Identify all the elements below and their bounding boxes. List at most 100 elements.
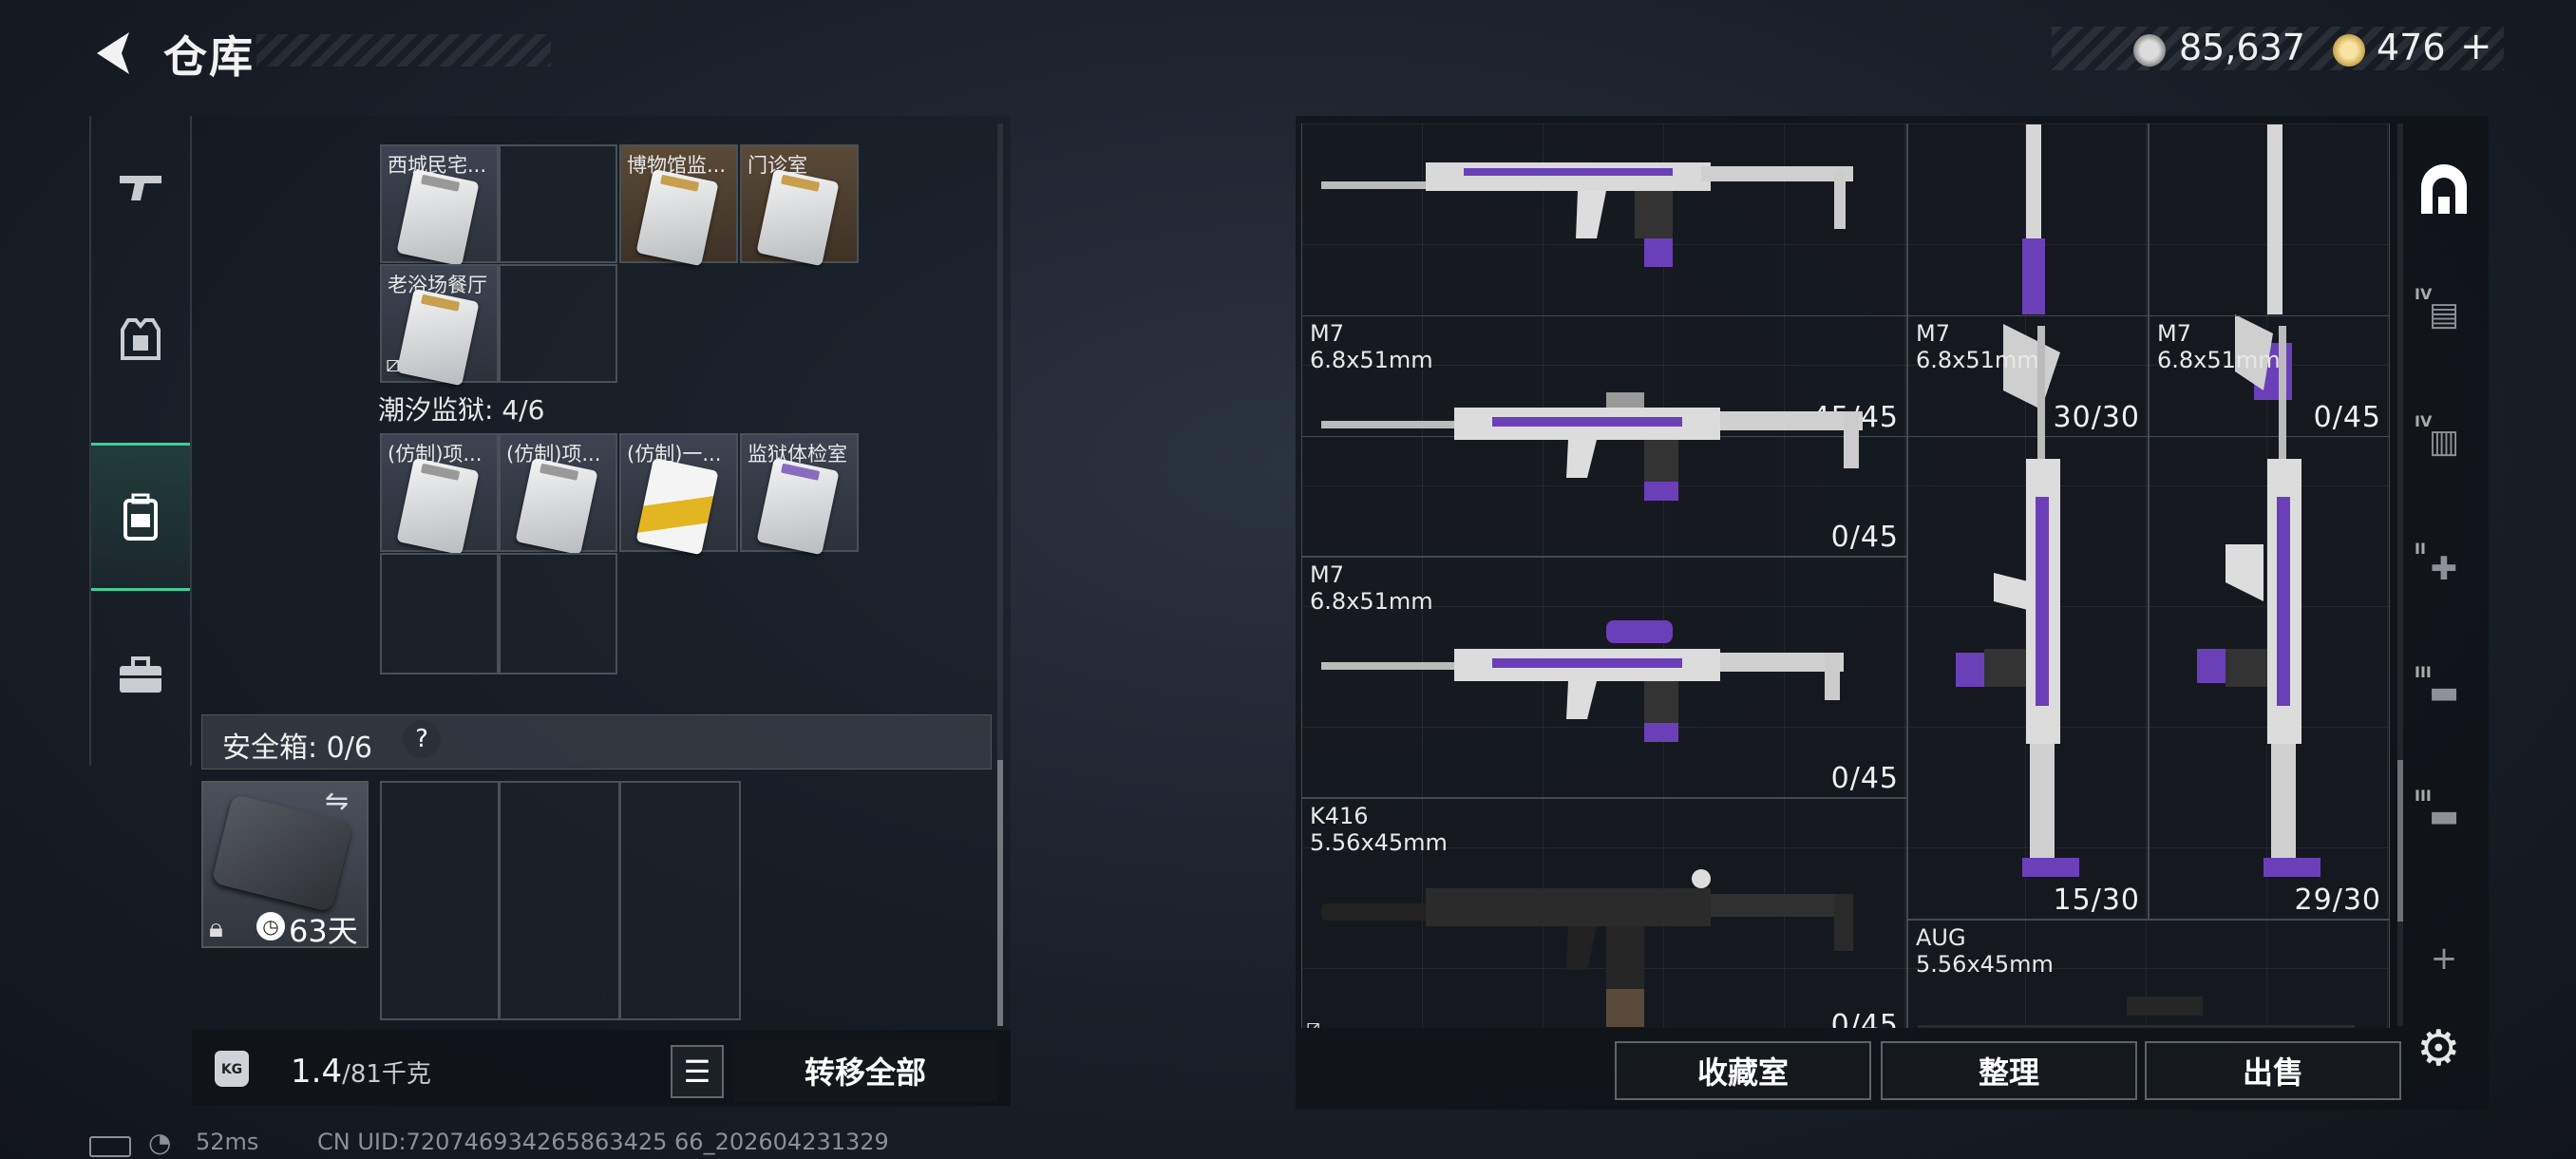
battery-icon [89, 1136, 131, 1157]
ammo-count: 0/45 [1830, 521, 1899, 554]
ammo-count: 29/30 [2294, 884, 2381, 917]
rifle-icon [2197, 326, 2320, 877]
tier-label: II [2415, 540, 2426, 558]
silver-currency-value: 85,637 [2179, 27, 2305, 68]
help-button[interactable]: ? [403, 720, 441, 758]
stash-item[interactable]: (仿制)项... [499, 433, 617, 556]
keycard-icon [515, 457, 598, 556]
rifle-filter-icon[interactable]: III ▬ [2413, 785, 2475, 847]
sort-button[interactable]: 整理 [1881, 1041, 2137, 1100]
stash-item[interactable]: 老浴场餐厅 ⧄ [380, 264, 499, 387]
folder-icon[interactable]: IV ▥ [2413, 410, 2475, 473]
tier-label: IV [2415, 285, 2433, 303]
transfer-all-button[interactable]: 转移全部 [733, 1039, 997, 1102]
safebox-count: 0/6 [326, 732, 372, 765]
title-stripe [256, 34, 551, 66]
tier-label: III [2415, 663, 2432, 681]
ammo-count: 0/45 [1830, 1009, 1899, 1028]
silver-coin-icon [2133, 34, 2166, 66]
safebox-slot[interactable] [499, 781, 620, 1020]
section-title: 潮汐监狱: 4/6 [378, 394, 545, 426]
keycard-icon [396, 168, 480, 267]
clock-icon: ◷ [256, 912, 285, 940]
ping-text: 52ms [196, 1129, 259, 1155]
empty-slot[interactable] [380, 553, 499, 674]
safebox-days: 63天 [289, 913, 358, 949]
empty-slot[interactable] [499, 264, 617, 383]
list-icon[interactable]: ☰ [671, 1045, 724, 1098]
keycard-icon [635, 457, 719, 556]
weapon-caliber: 6.8x51mm [1310, 588, 1433, 615]
empty-slot[interactable] [499, 144, 617, 263]
armor-icon[interactable] [91, 268, 190, 410]
all-items-icon[interactable] [2413, 160, 2475, 222]
wifi-icon: ◔ [148, 1127, 172, 1158]
add-currency-button[interactable]: + [2460, 25, 2492, 68]
lock-icon: 🔒︎ [209, 912, 223, 943]
tier-label: IV [2415, 412, 2433, 430]
rifle-icon [1918, 997, 2355, 1028]
weapon-caliber: 6.8x51mm [1310, 347, 1433, 373]
backpack-icon[interactable] [91, 443, 190, 591]
gear-icon[interactable]: ⚙ [2416, 1020, 2461, 1077]
stash-item[interactable]: 门诊室 [740, 144, 859, 267]
weight-icon: KG [215, 1051, 249, 1087]
weapon-scroll-thumb[interactable] [2397, 760, 2403, 922]
rifle-icon [1321, 869, 1853, 1027]
medkit-icon[interactable]: II ✚ [2413, 538, 2475, 600]
safebox-slot[interactable] [619, 781, 741, 1020]
empty-slot[interactable] [499, 553, 617, 674]
rifle-filter-icon[interactable]: III ▬ [2413, 661, 2475, 724]
briefcase-icon[interactable] [91, 604, 190, 747]
uid-text: CN UID:720746934265863425 66_20260423132… [317, 1129, 889, 1155]
weapon-slot[interactable]: M7 6.8x51mm 0/45 [1301, 315, 1907, 557]
ammo-count: 15/30 [2053, 884, 2140, 917]
stash-item[interactable]: (仿制)一... [619, 433, 738, 556]
category-rail [89, 116, 192, 766]
gold-currency-value: 476 [2377, 27, 2446, 68]
keycard-icon [756, 457, 840, 556]
ammo-count: 0/45 [1830, 762, 1899, 795]
weapon-slot[interactable]: M7 6.8x51mm 15/30 [1907, 315, 2149, 920]
weapon-grid: 45/45 30/30 0/45 M76.8x51mm 0/45 M76.8x5… [1301, 124, 2390, 1028]
weapon-slot[interactable]: K416 5.56x45mm 0/45 ⧄ [1301, 798, 1907, 1028]
tier-label: III [2415, 787, 2432, 805]
unlinked-icon: ⧄ [1306, 1014, 1321, 1028]
page-title: 仓库 [163, 31, 255, 83]
keycard-icon [396, 288, 480, 387]
weapon-caliber: 5.56x45mm [1916, 951, 2054, 978]
weapon-name: M7 6.8x51mm [1310, 320, 1433, 373]
gold-coin-icon [2333, 34, 2365, 66]
unlinked-icon: ⧄ [386, 351, 401, 377]
rifle-icon [1321, 620, 1844, 742]
rifle-icon [1956, 326, 2079, 877]
rifle-icon [1321, 392, 1863, 501]
safebox-label: 安全箱: 0/6 [222, 732, 372, 765]
weapon-name: M7 6.8x51mm [1310, 561, 1433, 615]
sell-button[interactable]: 出售 [2145, 1041, 2401, 1100]
stash-item[interactable]: 监狱体检室 [740, 433, 859, 556]
keycard-icon [635, 168, 719, 267]
collection-button[interactable]: 收藏室 [1615, 1041, 1871, 1100]
stash-item[interactable]: 西城民宅... [380, 144, 499, 267]
stash-item[interactable]: (仿制)项... [380, 433, 499, 556]
weapon-slot[interactable]: AUG 5.56x45mm [1907, 920, 2390, 1028]
keycard-icon [756, 168, 840, 267]
weight-value: 1.4/81千克 [291, 1053, 431, 1091]
stash-item[interactable]: 博物馆监... [619, 144, 738, 267]
chevron-left-icon[interactable] [87, 27, 137, 80]
weapon-name: AUG 5.56x45mm [1916, 924, 2054, 978]
weapon-slot[interactable]: M7 6.8x51mm 0/45 [1301, 557, 1907, 798]
stash-scroll-thumb[interactable] [997, 760, 1003, 1026]
header-bar: 仓库 85,637 476 + [0, 0, 2576, 104]
weapon-slot[interactable]: M7 6.8x51mm 29/30 [2149, 315, 2390, 920]
swap-icon[interactable]: ⇋ [325, 785, 349, 818]
keycard-icon [396, 457, 480, 556]
filter-rail: IV ▤ IV ▥ II ✚ III ▬ III ▬ + [2413, 124, 2475, 978]
armor-vest-icon[interactable]: IV ▤ [2413, 283, 2475, 346]
plus-icon[interactable]: + [2413, 927, 2475, 990]
weight-max: /81千克 [342, 1060, 431, 1089]
safebox-slot[interactable] [380, 781, 500, 1020]
rifle-icon [1321, 162, 1853, 267]
pistol-icon[interactable] [91, 116, 190, 258]
